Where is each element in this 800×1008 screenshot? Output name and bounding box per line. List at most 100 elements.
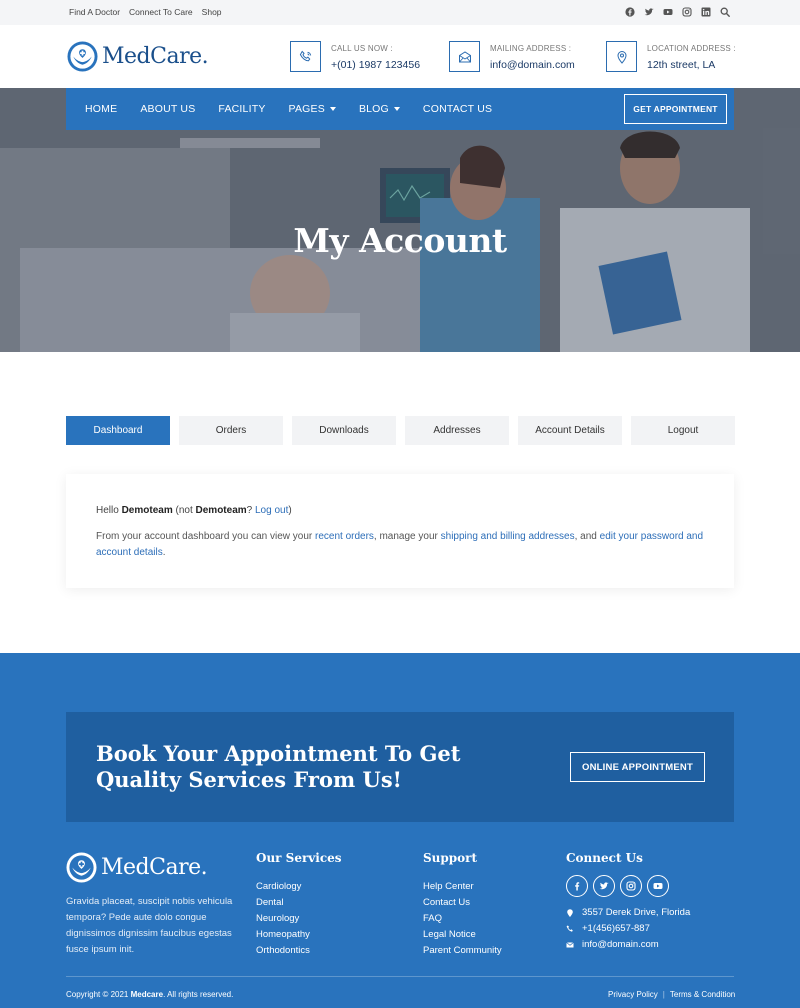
page-title: My Account [293,221,507,260]
top-bar: Find A Doctor Connect To Care Shop [0,0,800,25]
twitter-icon[interactable] [644,7,654,17]
footer-about-text: Gravida placeat, suscipit nobis vehicula… [66,896,233,955]
service-link-cardiology[interactable]: Cardiology [256,881,301,892]
site-header: MedCare. CALL US NOW : +(01) 1987 123456… [0,25,800,88]
support-link-faq[interactable]: FAQ [423,913,442,924]
mailing-address-block: MAILING ADDRESS : info@domain.com [449,41,575,72]
footer-phone[interactable]: +1(456)657-887 [582,921,650,937]
not-prefix: (not [172,505,196,516]
footer-social-icons [566,875,690,897]
recent-orders-link[interactable]: recent orders [315,531,374,542]
footer-logo[interactable]: MedCare. [66,852,208,883]
hello-message: Hello Demoteam (not Demoteam? Log out) [96,505,292,516]
location-address-label: LOCATION ADDRESS : [647,44,736,53]
desc-part-3: , and [574,531,600,542]
location-pin-icon [567,909,573,917]
twitter-icon[interactable] [593,875,615,897]
appointment-cta: Book Your Appointment To Get Quality Ser… [66,712,734,822]
mailing-address-label: MAILING ADDRESS : [490,44,572,53]
nav-pages[interactable]: PAGES [289,103,336,115]
support-link-parent-community[interactable]: Parent Community [423,945,502,956]
top-social-icons [625,7,730,17]
mail-icon [566,942,574,948]
close-paren: ) [288,505,292,516]
footer-policies: Privacy Policy | Terms & Condition [608,990,735,999]
search-icon[interactable] [720,7,730,17]
footer-address-row: 3557 Derek Drive, Florida [566,905,690,921]
addresses-link[interactable]: shipping and billing addresses [441,531,575,542]
logout-link[interactable]: Log out [255,505,288,516]
facebook-icon[interactable] [625,7,635,17]
username: Demoteam [121,505,173,516]
service-link-dental[interactable]: Dental [256,897,283,908]
footer-divider [66,976,734,977]
instagram-icon[interactable] [620,875,642,897]
copyright-prefix: Copyright © 2021 [66,990,131,999]
nav-pages-label: PAGES [288,103,325,115]
service-link-orthodontics[interactable]: Orthodontics [256,945,310,956]
tab-logout[interactable]: Logout [631,416,735,445]
service-link-neurology[interactable]: Neurology [256,913,299,924]
support-link-contact-us[interactable]: Contact Us [423,897,470,908]
tab-dashboard[interactable]: Dashboard [66,416,170,445]
youtube-icon[interactable] [663,7,673,17]
location-address-block: LOCATION ADDRESS : 12th street, LA [606,41,736,72]
desc-part-1: From your account dashboard you can view… [96,531,315,542]
footer-email[interactable]: info@domain.com [582,937,659,953]
footer-address: 3557 Derek Drive, Florida [582,907,691,918]
account-tabs: Dashboard Orders Downloads Addresses Acc… [66,416,735,445]
copyright-suffix: . All rights reserved. [163,990,234,999]
mailing-address-value[interactable]: info@domain.com [490,59,575,71]
desc-part-2: , manage your [373,531,441,542]
nav-about-us[interactable]: ABOUT US [140,103,195,115]
terms-condition-link[interactable]: Terms & Condition [670,990,735,999]
privacy-policy-link[interactable]: Privacy Policy [608,990,658,999]
cta-title: Book Your Appointment To Get Quality Ser… [96,741,461,792]
copyright-brand: Medcare [130,990,164,999]
hello-prefix: Hello [96,505,122,516]
top-links: Find A Doctor Connect To Care Shop [69,7,222,17]
medcare-logo-icon [66,852,97,883]
nav-facility[interactable]: FACILITY [218,103,265,115]
footer-logo-text: MedCare. [101,855,208,880]
services-heading: Our Services [256,851,342,865]
support-link-help-center[interactable]: Help Center [423,881,474,892]
footer-phone-row: +1(456)657-887 [566,921,690,937]
get-appointment-button[interactable]: GET APPOINTMENT [624,94,727,124]
tab-account-details[interactable]: Account Details [518,416,622,445]
online-appointment-button[interactable]: ONLINE APPOINTMENT [570,752,705,782]
instagram-icon[interactable] [682,7,692,17]
tab-downloads[interactable]: Downloads [292,416,396,445]
facebook-icon[interactable] [566,875,588,897]
desc-part-4: . [162,547,166,558]
copyright-text: Copyright © 2021 Medcare. All rights res… [66,990,233,999]
support-link-legal-notice[interactable]: Legal Notice [423,929,476,940]
not-username: Demoteam [195,505,247,516]
linkedin-icon[interactable] [701,7,711,17]
service-link-homeopathy[interactable]: Homeopathy [256,929,310,940]
footer-support-column: Support Help Center Contact Us FAQ Legal… [423,851,502,959]
location-icon [606,41,637,72]
medcare-logo-icon [67,41,98,72]
top-link-find-doctor[interactable]: Find A Doctor [69,7,120,17]
nav-contact-us[interactable]: CONTACT US [423,103,492,115]
call-us-value[interactable]: +(01) 1987 123456 [331,59,420,71]
chevron-down-icon [329,107,336,112]
policy-separator: | [662,990,665,999]
tab-orders[interactable]: Orders [179,416,283,445]
phone-icon [290,41,321,72]
youtube-icon[interactable] [647,875,669,897]
nav-blog[interactable]: BLOG [359,103,400,115]
dashboard-card: Hello Demoteam (not Demoteam? Log out) F… [66,474,734,588]
call-us-block: CALL US NOW : +(01) 1987 123456 [290,41,420,72]
location-address-value: 12th street, LA [647,59,716,71]
dashboard-description: From your account dashboard you can view… [96,529,716,561]
connect-heading: Connect Us [566,851,643,865]
not-suffix: ? [246,505,255,516]
top-link-shop[interactable]: Shop [202,7,222,17]
site-logo[interactable]: MedCare. [67,41,209,72]
nav-home[interactable]: HOME [85,103,117,115]
top-link-connect-care[interactable]: Connect To Care [129,7,193,17]
tab-addresses[interactable]: Addresses [405,416,509,445]
support-heading: Support [423,851,478,865]
